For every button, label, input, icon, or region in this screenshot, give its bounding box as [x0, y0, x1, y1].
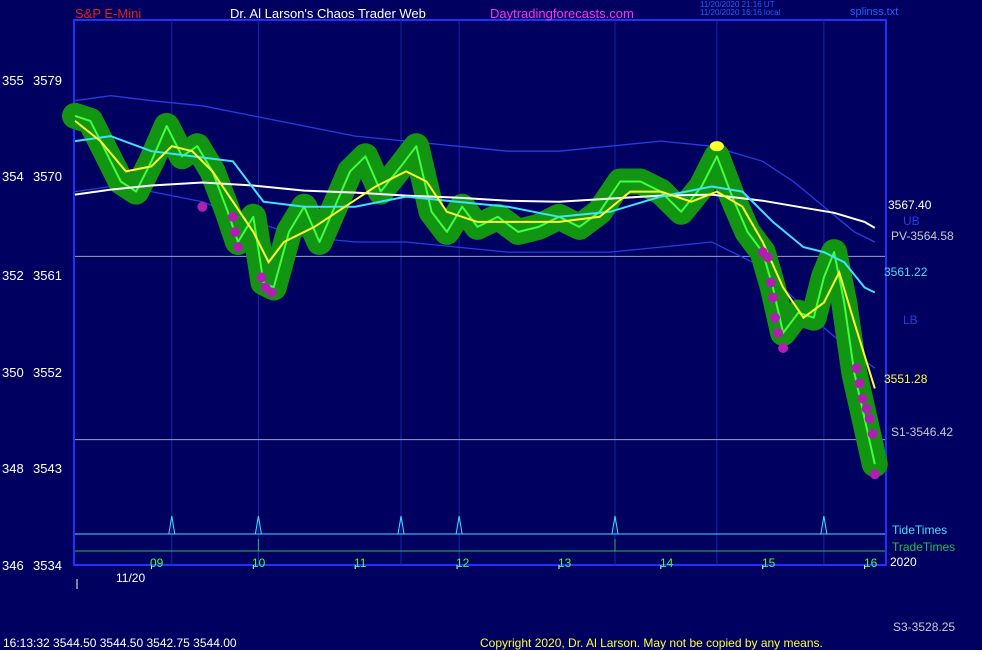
y-tick-label: 3543	[33, 461, 62, 476]
x-tick-label: 13	[558, 556, 572, 570]
magenta-point	[256, 272, 267, 283]
x-tick-label: 11	[354, 556, 367, 570]
price-halo-line	[62, 102, 888, 478]
lower-band-label: LB	[903, 313, 918, 327]
magenta-point	[765, 277, 776, 288]
magenta-point	[769, 312, 780, 323]
magenta-point	[773, 327, 784, 338]
y-tick-label-left: 346	[2, 558, 24, 573]
yellow-point	[709, 141, 724, 152]
x-tick-label: 15	[762, 556, 776, 570]
trade-times-label: TradeTimes	[892, 540, 956, 554]
magenta-point	[197, 201, 208, 212]
time-local: 11/20/2020 16:16 local	[700, 8, 781, 17]
price-series	[74, 114, 876, 465]
symbol-title: S&P E-Mini	[75, 6, 142, 21]
y-tick-label-left: 350	[2, 365, 24, 380]
tide-times-label: TideTimes	[892, 523, 948, 537]
magenta-point	[869, 469, 880, 480]
slow-ma-value: 3567.40	[888, 198, 932, 212]
site-title: Dr. Al Larson's Chaos Trader Web	[230, 6, 426, 21]
magenta-point	[867, 428, 878, 439]
magenta-point	[233, 242, 244, 253]
pv-level-label: PV-3564.58	[891, 229, 954, 243]
time-spikes	[75, 515, 885, 552]
y-tick-label-left: 352	[2, 268, 24, 283]
y-tick-label-left: 355	[2, 73, 24, 88]
fast-ma-value: 3551.28	[884, 372, 928, 386]
magenta-point	[861, 403, 872, 414]
file-name: splinss.txt	[850, 6, 899, 18]
y-tick-label-left: 354	[2, 169, 24, 184]
y-tick-label: 3552	[33, 365, 62, 380]
x-tick-label: 16	[864, 556, 878, 570]
s3-level-label: S3-3528.25	[893, 620, 956, 634]
x-tick-label: 14	[660, 556, 674, 570]
magenta-point	[854, 378, 865, 389]
magenta-point	[227, 211, 238, 222]
medium-ma-value: 3561.22	[884, 265, 928, 279]
magenta-point	[762, 252, 773, 263]
y-tick-label: 3534	[33, 558, 62, 573]
magenta-point	[229, 226, 240, 237]
magenta-point	[778, 343, 789, 354]
price-line	[74, 114, 876, 465]
x-tick-label: 12	[456, 556, 470, 570]
copyright: Copyright 2020, Dr. Al Larson. May not b…	[480, 636, 823, 650]
s1-level-label: S1-3546.42	[891, 425, 954, 439]
site-url[interactable]: Daytradingforecasts.com	[490, 6, 634, 21]
x-date-label: 11/20	[116, 571, 146, 585]
magenta-point	[857, 393, 868, 404]
magenta-point	[767, 292, 778, 303]
y-tick-label: 3579	[33, 73, 62, 88]
upper-band-label: UB	[903, 214, 920, 228]
magenta-point	[266, 287, 277, 298]
last-quote: 16:13:32 3544.50 3544.50 3542.75 3544.00	[3, 636, 237, 650]
x-tick-label: 10	[252, 556, 266, 570]
chart-canvas	[62, 19, 888, 589]
price-halo	[62, 102, 888, 478]
axis-ticks	[76, 565, 866, 589]
magenta-point	[851, 363, 862, 374]
y-tick-label: 3570	[33, 169, 62, 184]
y-tick-label: 3561	[33, 268, 62, 283]
x-tick-label: 09	[150, 556, 164, 570]
magenta-point	[864, 413, 875, 424]
y-tick-label-left: 348	[2, 461, 24, 476]
year-label: 2020	[890, 555, 917, 569]
